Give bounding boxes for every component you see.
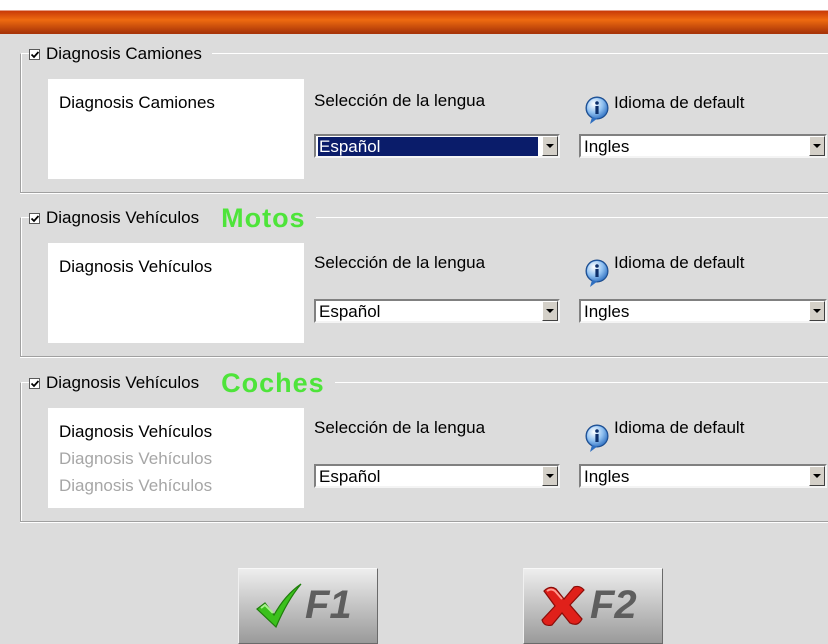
info-icon	[582, 423, 612, 453]
default-language-select[interactable]: Ingles	[579, 299, 827, 323]
default-language-value: Ingles	[584, 302, 630, 321]
group-title: Diagnosis Vehículos	[46, 373, 200, 392]
language-select-value: Español	[319, 467, 381, 486]
group-legend: Diagnosis Camiones	[29, 43, 212, 65]
group-title: Diagnosis Camiones	[46, 44, 202, 63]
group-title: Diagnosis Vehículos	[46, 208, 200, 227]
language-label: Selección de la lengua	[314, 91, 486, 110]
dropdown-button[interactable]	[809, 466, 825, 486]
language-label: Selección de la lengua	[314, 253, 486, 272]
dropdown-button[interactable]	[542, 136, 558, 156]
list-item[interactable]: Diagnosis Vehículos	[59, 445, 304, 472]
default-language-label: Idioma de default	[614, 93, 745, 112]
default-language-value: Ingles	[584, 137, 630, 156]
language-select-value: Español	[318, 137, 538, 156]
group-motos: Diagnosis Vehículos Motos Diagnosis Vehí…	[20, 203, 828, 357]
confirm-f1-button[interactable]: F1	[238, 568, 378, 644]
dropdown-button[interactable]	[542, 301, 558, 321]
f1-key-label: F1	[305, 583, 352, 627]
group-checkbox[interactable]	[29, 48, 40, 60]
dropdown-button[interactable]	[809, 136, 825, 156]
default-language-select[interactable]: Ingles	[579, 134, 827, 158]
group-legend: Diagnosis Vehículos Motos	[29, 203, 316, 233]
f2-key-label: F2	[590, 583, 637, 627]
default-language-label: Idioma de default	[614, 418, 745, 437]
group-checkbox[interactable]	[29, 212, 40, 224]
title-bar	[0, 0, 828, 34]
product-listbox[interactable]: Diagnosis Vehículos Diagnosis Vehículos …	[48, 408, 304, 508]
list-item[interactable]: Diagnosis Camiones	[59, 89, 304, 116]
green-checkmark-icon	[255, 583, 303, 634]
info-icon	[582, 258, 612, 288]
product-listbox[interactable]: Diagnosis Camiones	[48, 79, 304, 179]
default-language-select[interactable]: Ingles	[579, 464, 827, 488]
group-coches: Diagnosis Vehículos Coches Diagnosis Veh…	[20, 368, 828, 522]
language-select-value: Español	[319, 302, 381, 321]
language-label: Selección de la lengua	[314, 418, 486, 437]
cancel-f2-button[interactable]: F2	[523, 568, 663, 644]
group-accent-label: Motos	[221, 202, 306, 233]
default-language-label: Idioma de default	[614, 253, 745, 272]
dropdown-button[interactable]	[809, 301, 825, 321]
group-checkbox[interactable]	[29, 377, 40, 389]
list-item[interactable]: Diagnosis Vehículos	[59, 418, 304, 445]
dropdown-button[interactable]	[542, 466, 558, 486]
default-language-value: Ingles	[584, 467, 630, 486]
product-listbox[interactable]: Diagnosis Vehículos	[48, 243, 304, 343]
language-settings-dialog: Diagnosis Camiones Diagnosis Camiones Se…	[0, 0, 828, 644]
language-select[interactable]: Español	[314, 299, 560, 323]
info-icon	[582, 95, 612, 125]
language-select[interactable]: Español	[314, 134, 560, 158]
red-x-icon	[540, 585, 586, 632]
list-item[interactable]: Diagnosis Vehículos	[59, 472, 304, 499]
group-legend: Diagnosis Vehículos Coches	[29, 368, 335, 398]
list-item[interactable]: Diagnosis Vehículos	[59, 253, 304, 280]
group-accent-label: Coches	[221, 367, 325, 398]
language-select[interactable]: Español	[314, 464, 560, 488]
group-camiones: Diagnosis Camiones Diagnosis Camiones Se…	[20, 43, 828, 193]
